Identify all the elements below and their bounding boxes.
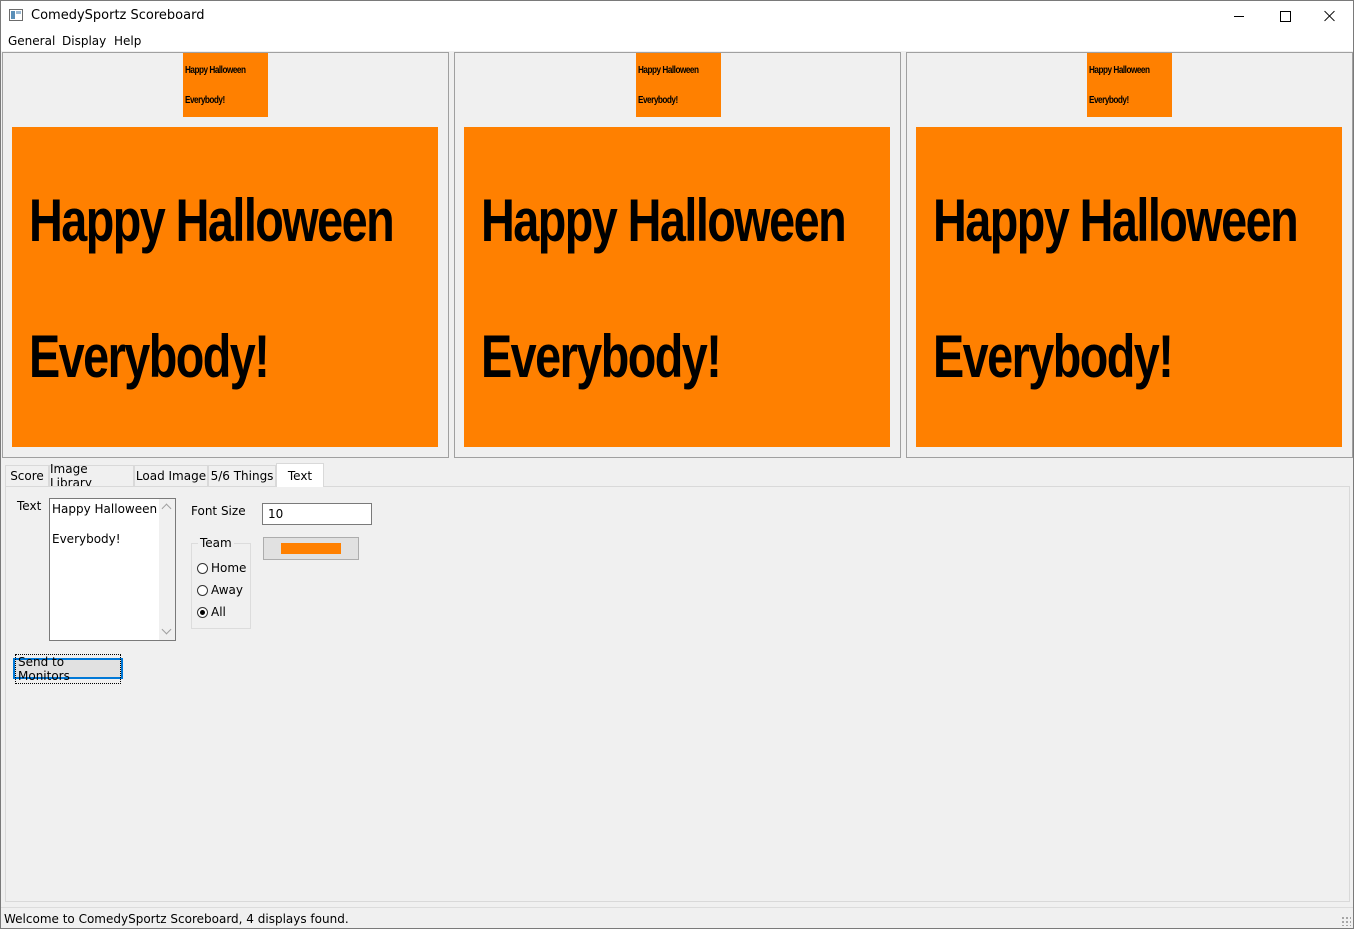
window-title: ComedySportz Scoreboard [31,8,205,23]
team-radio-away[interactable]: Away [197,583,243,597]
font-size-label: Font Size [191,504,246,518]
maximize-button[interactable] [1262,1,1308,31]
radio-checked-icon[interactable] [197,606,208,618]
team-radio-label: Home [211,561,247,575]
text-input-line: Happy Halloween [52,502,158,516]
thumbnail-line-2: Everybody! [638,95,678,106]
maximize-icon [1279,10,1291,22]
scroll-down-icon[interactable] [161,624,172,635]
menu-help[interactable]: Help [114,34,141,48]
app-window-icon [9,9,23,21]
text-input[interactable]: Happy Halloween Everybody! [49,498,176,641]
screen-line-2: Everybody! [481,323,722,390]
team-radio-label: All [211,605,226,619]
text-label: Text [17,499,42,513]
tab-text[interactable]: Text [276,463,324,487]
team-groupbox: Team Home Away All [191,536,251,629]
status-bar: Welcome to ComedySportz Scoreboard, 4 di… [1,907,1353,928]
team-radio-all[interactable]: All [197,605,226,619]
tab-image-library[interactable]: Image Library [49,462,134,490]
thumbnail-line-1: Happy Halloween [638,65,699,76]
send-to-monitors-button[interactable]: Send to Monitors [13,653,123,684]
radio-unchecked-icon[interactable] [197,584,208,596]
team-group-title: Team [198,536,234,550]
title-bar[interactable]: ComedySportz Scoreboard [1,1,1353,31]
text-input-line: Everybody! [52,532,121,546]
screen-line-1: Happy Halloween [29,187,395,254]
color-picker-button[interactable] [263,537,359,560]
monitor-screen: Happy Halloween Everybody! [12,127,438,447]
monitor-thumbnail: Happy Halloween Everybody! [1087,53,1172,117]
team-radio-home[interactable]: Home [197,561,246,575]
status-text: Welcome to ComedySportz Scoreboard, 4 di… [4,912,349,926]
monitor-screen: Happy Halloween Everybody! [916,127,1342,447]
screen-line-2: Everybody! [29,323,270,390]
thumbnail-line-1: Happy Halloween [1089,65,1150,76]
thumbnail-line-2: Everybody! [185,95,225,106]
scroll-up-icon[interactable] [161,503,172,514]
monitor-preview-3: Happy Halloween Everybody! Happy Hallowe… [906,52,1353,458]
monitor-preview-2: Happy Halloween Everybody! Happy Hallowe… [454,52,901,458]
text-input-scrollbar[interactable] [159,499,175,640]
screen-line-1: Happy Halloween [481,187,847,254]
color-swatch [281,543,341,554]
resize-grip-icon[interactable] [1341,916,1351,926]
close-icon [1324,10,1336,22]
minimize-button[interactable] [1216,1,1262,31]
menu-bar: General Display Help [1,31,1353,51]
radio-unchecked-icon[interactable] [197,562,208,574]
minimize-icon [1234,15,1244,17]
monitor-preview-1: Happy Halloween Everybody! Happy Hallowe… [2,52,449,458]
font-size-input[interactable]: 10 [262,503,372,525]
close-button[interactable] [1307,1,1353,31]
monitor-screen: Happy Halloween Everybody! [464,127,890,447]
menu-general[interactable]: General [8,34,55,48]
monitor-thumbnail: Happy Halloween Everybody! [636,53,721,117]
screen-line-1: Happy Halloween [933,187,1299,254]
menu-display[interactable]: Display [62,34,106,48]
tab-load-image[interactable]: Load Image [134,465,208,486]
thumbnail-line-1: Happy Halloween [185,65,246,76]
monitor-thumbnail: Happy Halloween Everybody! [183,53,268,117]
app-window: ComedySportz Scoreboard General Display … [0,0,1354,929]
screen-line-2: Everybody! [933,323,1174,390]
thumbnail-line-2: Everybody! [1089,95,1129,106]
send-button-label: Send to Monitors [15,653,121,684]
tab-5-6-things[interactable]: 5/6 Things [208,465,276,486]
text-tab-page: Text Happy Halloween Everybody! Font Siz… [5,486,1350,902]
tab-score[interactable]: Score [5,465,49,486]
team-radio-label: Away [211,583,243,597]
